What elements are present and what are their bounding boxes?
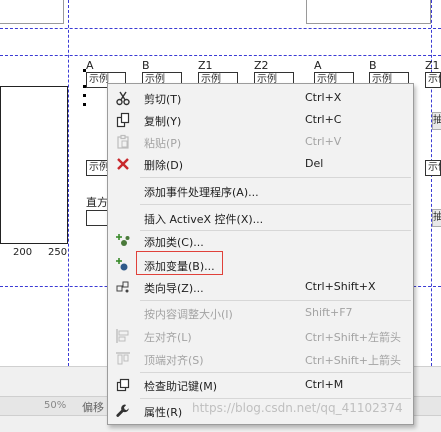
guide-line-right: [431, 0, 432, 366]
menu-label: 左对齐(L): [144, 331, 192, 344]
menu-label: 复制(Y): [144, 115, 182, 128]
guide-line-top: [0, 28, 441, 29]
menu-label: 类向导(Z)...: [144, 282, 204, 295]
menu-shortcut: Ctrl+Shift+上箭头: [305, 354, 402, 367]
menu-label: 检查助记键(M): [144, 380, 218, 393]
axis-tick-200: 200: [13, 247, 33, 258]
add-class-icon: [115, 233, 131, 249]
column-header-z1-2: Z1: [425, 59, 440, 72]
delete-x-icon: [115, 156, 131, 172]
menu-item-add-class[interactable]: 添加类(C)...: [108, 230, 413, 252]
watermark-text: https://blog.csdn.net/qq_41102374: [192, 401, 403, 415]
menu-item-size-to-content: 按内容调整大小(I) Shift+F7: [108, 302, 413, 324]
menu-item-insert-activex[interactable]: 插入 ActiveX 控件(X)...: [108, 207, 413, 229]
menu-shortcut: Ctrl+C: [305, 113, 342, 126]
axis-tick-250: 250: [48, 247, 68, 258]
mini-field-7[interactable]: 示例: [425, 72, 441, 88]
menu-label: 删除(D): [144, 159, 184, 172]
column-header-b: B: [142, 59, 150, 72]
guide-line-left: [68, 0, 69, 366]
menu-item-check-mnemonics[interactable]: 检查助记键(M) Ctrl+M: [108, 374, 413, 396]
paste-icon: [115, 134, 131, 150]
menu-label: 插入 ActiveX 控件(X)...: [144, 213, 264, 226]
scissors-icon: [115, 90, 131, 106]
menu-separator: [140, 372, 411, 373]
menu-shortcut: Del: [305, 157, 324, 170]
column-header-b2: B: [369, 59, 377, 72]
plot-area[interactable]: [0, 86, 68, 244]
menu-separator: [140, 204, 411, 205]
menu-separator: [140, 398, 411, 399]
menu-label: 添加类(C)...: [144, 236, 204, 249]
side-button-1[interactable]: 抽: [432, 112, 441, 130]
column-header-a2: A: [314, 59, 322, 72]
align-left-icon: [115, 328, 131, 344]
menu-item-add-event-handler[interactable]: 添加事件处理程序(A)...: [108, 180, 413, 202]
menu-item-cut[interactable]: 剪切(T) Ctrl+X: [108, 87, 413, 109]
menu-shortcut: Ctrl+V: [305, 135, 342, 148]
column-header-a: A: [86, 59, 94, 72]
top-frame-left: [0, 0, 64, 24]
menu-label: 属性(R): [144, 406, 183, 419]
menu-shortcut: Ctrl+M: [305, 378, 344, 391]
column-header-z1: Z1: [198, 59, 213, 72]
add-variable-icon: [115, 257, 131, 273]
side-field-left[interactable]: 示例: [86, 160, 108, 176]
menu-label: 顶端对齐(S): [144, 354, 204, 367]
menu-shortcut: Ctrl+X: [305, 91, 342, 104]
menu-label: 添加事件处理程序(A)...: [144, 186, 259, 199]
class-wizard-icon: [115, 279, 131, 295]
menu-item-align-left: 左对齐(L) Ctrl+Shift+左箭头: [108, 325, 413, 347]
highlight-box-add-variable: [136, 251, 223, 275]
menu-item-copy[interactable]: 复制(Y) Ctrl+C: [108, 109, 413, 131]
menu-separator: [140, 300, 411, 301]
menu-label: 粘贴(P): [144, 137, 182, 150]
check-mnemonics-icon: [115, 377, 131, 393]
menu-shortcut: Shift+F7: [305, 306, 353, 319]
column-header-z2: Z2: [254, 59, 269, 72]
menu-shortcut: Ctrl+Shift+左箭头: [305, 331, 402, 344]
copy-icon: [115, 112, 131, 128]
align-top-icon: [115, 351, 131, 367]
menu-shortcut: Ctrl+Shift+X: [305, 280, 376, 293]
menu-item-class-wizard[interactable]: 类向导(Z)... Ctrl+Shift+X: [108, 276, 413, 298]
side-label-histogram: 直方: [86, 196, 108, 209]
menu-item-paste: 粘贴(P) Ctrl+V: [108, 131, 413, 153]
menu-item-delete[interactable]: 删除(D) Del: [108, 153, 413, 175]
side-field-left-2[interactable]: [86, 210, 108, 226]
side-button-2[interactable]: 抽: [432, 209, 441, 227]
menu-label: 按内容调整大小(I): [144, 308, 233, 321]
menu-separator: [140, 177, 411, 178]
menu-item-align-top: 顶端对齐(S) Ctrl+Shift+上箭头: [108, 348, 413, 370]
wrench-icon: [115, 403, 131, 419]
guide-line-mid: [0, 55, 441, 56]
top-frame-right: [306, 0, 431, 24]
side-field-right[interactable]: 示例: [425, 160, 441, 176]
menu-label: 剪切(T): [144, 93, 182, 106]
zoom-level: 50%: [44, 400, 67, 411]
offset-label: 偏移: [82, 401, 104, 414]
